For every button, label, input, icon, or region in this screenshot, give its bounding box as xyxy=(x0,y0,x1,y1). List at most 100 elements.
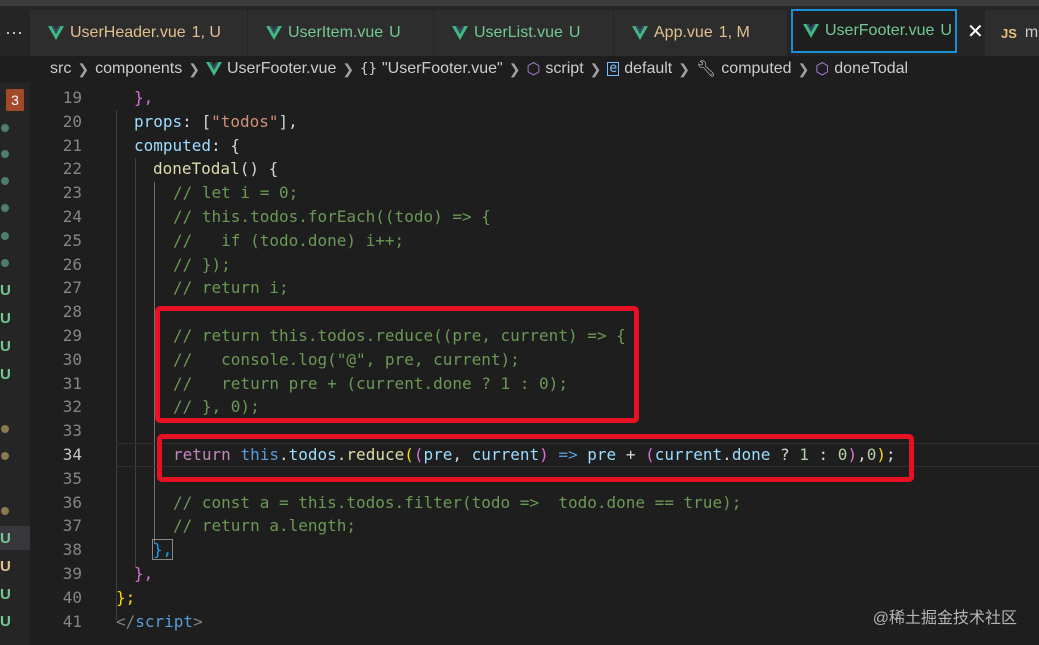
tab-userheader[interactable]: UserHeader.vue 1, U xyxy=(30,10,248,56)
code-line: 24// this.todos.forEach((todo) => { xyxy=(30,205,1039,229)
tab-status: 1, M xyxy=(718,24,750,41)
tab-status: U xyxy=(940,22,952,39)
tab-label: UserList.vue xyxy=(474,24,563,41)
tab-label: mi xyxy=(1024,24,1039,41)
breadcrumb-method[interactable]: doneTodal xyxy=(834,60,908,78)
untracked-marker: U xyxy=(0,558,11,575)
editor-tab-bar: ⋯ UserHeader.vue 1, U UserItem.vue U Use… xyxy=(0,0,1039,58)
breadcrumb-components[interactable]: components xyxy=(95,60,182,78)
tab-js-file[interactable]: JS mi xyxy=(985,10,1039,56)
line-number: 29 xyxy=(62,325,82,345)
status-dot xyxy=(1,150,9,158)
wrench-icon: 🔧︎ xyxy=(695,61,717,78)
symbol-method-icon: ⬡ xyxy=(815,61,830,78)
code-line: 37// return a.length; xyxy=(30,514,1039,538)
title-bar-edge xyxy=(0,0,1039,6)
line-number: 38 xyxy=(62,540,82,560)
chevron-right-icon: ❯ xyxy=(797,60,810,77)
watermark: @稀土掘金技术社区 xyxy=(872,610,1017,627)
status-dot xyxy=(1,124,9,132)
tab-label: UserHeader.vue xyxy=(70,24,186,41)
vue-icon xyxy=(205,62,222,76)
breadcrumb-computed[interactable]: computed xyxy=(721,60,791,78)
untracked-marker: U xyxy=(0,366,11,383)
breadcrumb-src[interactable]: src xyxy=(50,60,71,78)
breadcrumb-file[interactable]: UserFooter.vue xyxy=(227,60,336,78)
line-number: 41 xyxy=(62,611,82,631)
tab-label: UserFooter.vue xyxy=(825,22,935,39)
line-number: 26 xyxy=(62,254,82,274)
vue-icon xyxy=(632,26,648,40)
code-line: 26// }); xyxy=(30,253,1039,277)
status-dot xyxy=(1,425,9,433)
chevron-right-icon: ❯ xyxy=(508,60,521,77)
line-number: 39 xyxy=(62,563,82,583)
highlight-box-return-reduce xyxy=(157,434,914,482)
line-number: 33 xyxy=(62,421,82,441)
untracked-marker: U xyxy=(0,613,11,630)
breadcrumb-object[interactable]: "UserFooter.vue" xyxy=(382,60,503,78)
untracked-marker: U xyxy=(0,310,11,327)
vue-icon xyxy=(266,26,282,40)
chevron-right-icon: ❯ xyxy=(77,60,90,77)
code-line: 36// const a = this.todos.filter(todo =>… xyxy=(30,491,1039,515)
status-dot xyxy=(1,507,9,515)
line-number: 30 xyxy=(62,349,82,369)
line-number: 34 xyxy=(62,444,82,464)
code-line: 20 props: ["todos"], xyxy=(30,110,1039,134)
vue-icon xyxy=(803,24,819,38)
code-line: 38}, xyxy=(30,538,1039,562)
line-number: 28 xyxy=(62,302,82,322)
status-dot xyxy=(1,259,9,267)
line-number: 23 xyxy=(62,183,82,203)
untracked-marker: U xyxy=(0,338,11,355)
line-number: 35 xyxy=(62,468,82,488)
chevron-right-icon: ❯ xyxy=(589,60,602,77)
line-number: 24 xyxy=(62,206,82,226)
tab-status: U xyxy=(568,24,581,41)
tab-label: App.vue xyxy=(654,24,713,41)
vue-icon xyxy=(452,26,468,40)
tab-label: UserItem.vue xyxy=(288,24,384,41)
chevron-right-icon: ❯ xyxy=(678,60,690,77)
line-number: 19 xyxy=(62,88,82,107)
symbol-field-icon: e xyxy=(607,61,620,76)
line-number: 20 xyxy=(62,111,82,131)
code-line: 25// if (todo.done) i++; xyxy=(30,229,1039,253)
line-number: 36 xyxy=(62,492,82,512)
status-dot xyxy=(1,452,9,460)
problems-badge[interactable]: 3 xyxy=(6,89,24,111)
line-number: 22 xyxy=(62,159,82,179)
status-dot xyxy=(1,177,9,185)
tab-app[interactable]: App.vue 1, M xyxy=(614,10,788,56)
tab-useritem[interactable]: UserItem.vue U xyxy=(248,10,434,56)
untracked-marker: U xyxy=(0,586,11,603)
breadcrumb-script[interactable]: script xyxy=(545,60,583,78)
untracked-marker: U xyxy=(0,530,11,547)
line-number: 31 xyxy=(62,373,82,393)
module-icon: {} xyxy=(360,61,377,77)
untracked-marker: U xyxy=(0,282,11,299)
line-number: 21 xyxy=(62,135,82,155)
code-line: 22 doneTodal() { xyxy=(30,157,1039,181)
chevron-right-icon: ❯ xyxy=(342,60,355,77)
tab-status: U xyxy=(389,24,401,41)
line-number: 40 xyxy=(62,587,82,607)
line-number: 32 xyxy=(62,397,82,417)
vue-icon xyxy=(48,26,64,40)
code-line: 39}, xyxy=(30,562,1039,586)
line-number: 27 xyxy=(62,278,82,298)
breadcrumb: src ❯ components ❯ UserFooter.vue ❯ {} "… xyxy=(0,56,1039,82)
tab-userlist[interactable]: UserList.vue U xyxy=(434,10,614,56)
code-line: 23// let i = 0; xyxy=(30,181,1039,205)
code-line: 21 computed: { xyxy=(30,134,1039,158)
line-number: 25 xyxy=(62,230,82,250)
highlight-box-commented-reduce xyxy=(155,306,639,423)
close-icon: ✕ xyxy=(967,21,984,43)
status-dot xyxy=(1,232,9,240)
code-line: 19}, xyxy=(30,86,1039,110)
breadcrumb-default[interactable]: default xyxy=(624,60,672,78)
tab-userfooter[interactable]: UserFooter.vue U xyxy=(791,9,957,53)
more-tabs-icon[interactable]: ⋯ xyxy=(0,14,28,52)
js-icon: JS xyxy=(1001,25,1017,41)
